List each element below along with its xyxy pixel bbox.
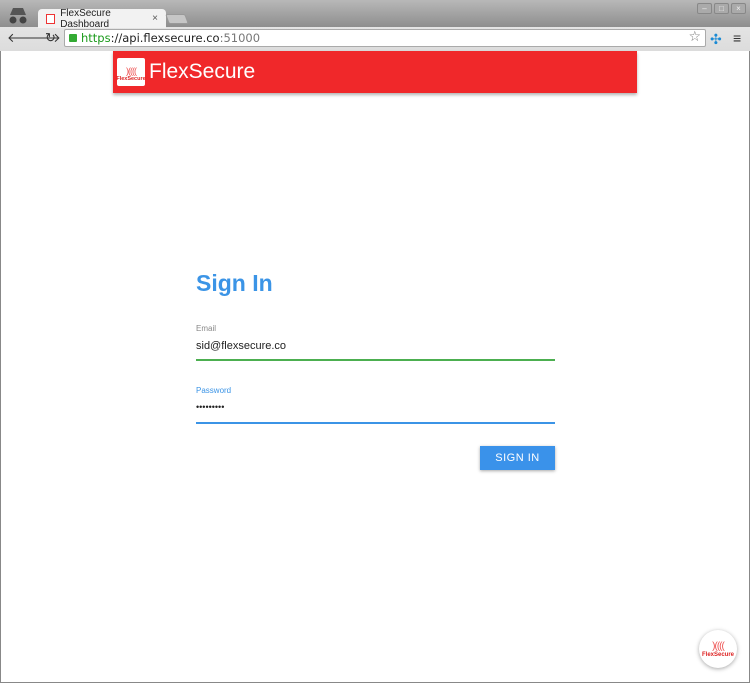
logo-text: FlexSecure	[116, 76, 146, 82]
extension-icon[interactable]: ✣	[710, 31, 722, 48]
tab-title: FlexSecure Dashboard	[60, 7, 111, 30]
maximize-icon[interactable]: □	[714, 3, 729, 14]
email-field[interactable]: sid@flexsecure.co	[196, 340, 286, 352]
password-underline	[196, 422, 555, 424]
incognito-icon	[9, 8, 27, 24]
url-sep: ://	[110, 31, 123, 45]
menu-icon[interactable]: ≡	[733, 30, 741, 46]
lock-icon	[69, 34, 77, 42]
favicon-icon	[46, 13, 56, 24]
page-title: Sign In	[196, 270, 273, 296]
password-label: Password	[196, 386, 232, 395]
url-port: :51000	[219, 31, 261, 45]
app-header: )((((FlexSecure FlexSecure	[113, 51, 637, 93]
brand-name: FlexSecure	[149, 60, 256, 83]
minimize-icon[interactable]: –	[697, 3, 712, 14]
close-window-icon[interactable]: ×	[731, 3, 746, 14]
fab-logo-text: FlexSecure	[701, 651, 735, 658]
password-field[interactable]: •••••••••	[196, 402, 224, 412]
tab-flexsecure-dashboard[interactable]: FlexSecure Dashboard ×	[38, 7, 166, 30]
url-host: api.flexsecure.co	[122, 31, 220, 45]
reload-icon[interactable]: ↻	[45, 30, 56, 46]
flexsecure-fab-button[interactable]: )((((FlexSecure	[699, 630, 737, 668]
viewport	[0, 51, 750, 683]
new-tab-button[interactable]	[165, 14, 189, 24]
sign-in-button[interactable]: SIGN IN	[480, 446, 555, 470]
email-underline	[196, 359, 555, 361]
logo: )((((FlexSecure	[116, 58, 146, 86]
address-bar[interactable]: https://api.flexsecure.co:51000 ☆	[64, 29, 706, 47]
tab-close-icon[interactable]: ×	[152, 13, 158, 24]
email-label: Email	[196, 324, 217, 333]
url-scheme: https	[81, 31, 111, 45]
browser-chrome: FlexSecure Dashboard × – □ × 🡐 🡒 ↻ https:/…	[0, 0, 750, 51]
star-icon[interactable]: ☆	[688, 29, 701, 45]
